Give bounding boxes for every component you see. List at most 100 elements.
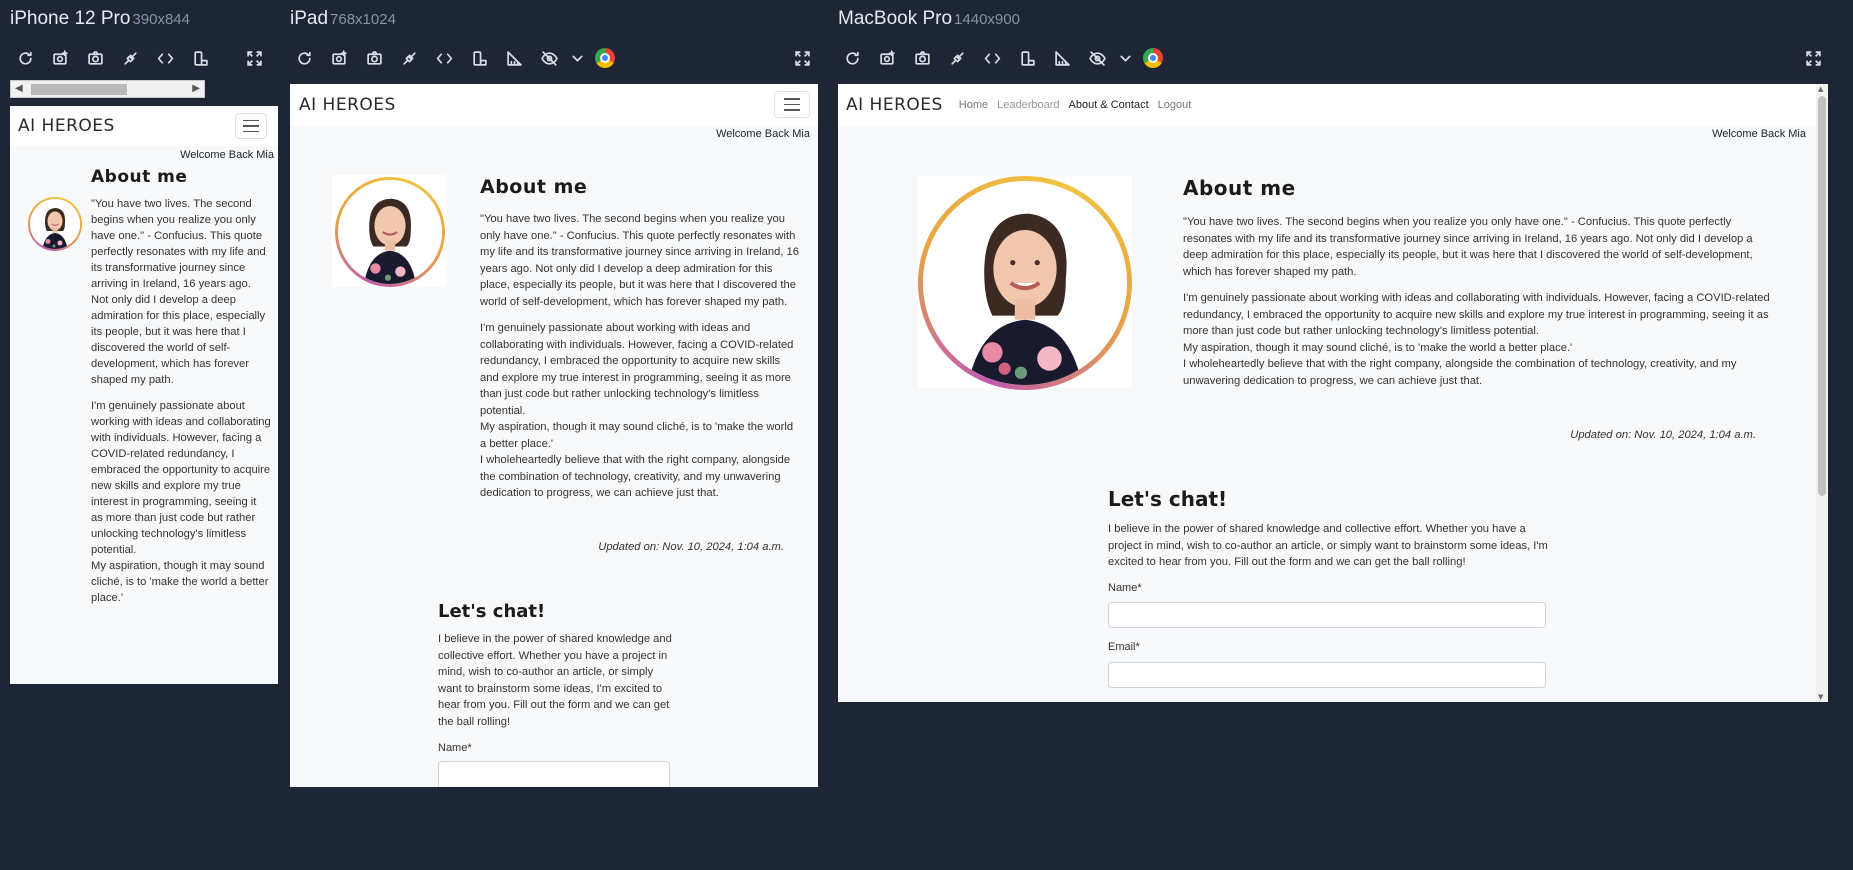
camera-icon[interactable] — [905, 46, 940, 70]
fullscreen-icon[interactable] — [790, 46, 814, 70]
chat-title: Let's chat! — [438, 601, 546, 622]
updated-timestamp: Updated on: Nov. 10, 2024, 1:04 a.m. — [598, 541, 784, 553]
nav-link-home[interactable]: Home — [959, 99, 988, 111]
sync-icon[interactable] — [113, 46, 148, 70]
about-title: About me — [91, 167, 188, 187]
about-title: About me — [480, 176, 588, 198]
navbar: AI HEROES — [10, 106, 278, 146]
profile-photo — [30, 199, 80, 249]
nav-link-leaderboard[interactable]: Leaderboard — [997, 99, 1059, 111]
vertical-scrollbar[interactable]: ▲ ▼ — [1816, 84, 1828, 702]
eye-off-icon[interactable] — [1080, 46, 1115, 70]
rotate-icon[interactable] — [1010, 46, 1045, 70]
code-icon[interactable] — [427, 46, 462, 70]
refresh-icon[interactable] — [8, 46, 43, 70]
macbook-toolbar — [835, 46, 1170, 70]
iphone-toolbar — [8, 46, 218, 70]
navbar: AI HEROES Home Leaderboard About & Conta… — [838, 84, 1828, 126]
welcome-text: Welcome Back Mia — [180, 149, 274, 161]
about-paragraph: I wholeheartedly believe that with the r… — [480, 454, 791, 499]
about-paragraph: My aspiration, though it may sound clich… — [91, 560, 269, 604]
about-paragraph: "You have two lives. The second begins w… — [91, 198, 266, 386]
about-paragraph: "You have two lives. The second begins w… — [1183, 216, 1753, 278]
menu-toggle-button[interactable] — [774, 91, 810, 118]
scrollbar-thumb[interactable] — [1818, 96, 1826, 496]
screenshot-icon[interactable] — [870, 46, 905, 70]
hamburger-icon — [243, 119, 259, 122]
brand-logo[interactable]: AI HEROES — [299, 95, 396, 115]
ruler-icon[interactable] — [1045, 46, 1080, 70]
profile-photo — [338, 180, 442, 284]
code-icon[interactable] — [148, 46, 183, 70]
device-dims: 1440x900 — [954, 11, 1020, 28]
fullscreen-icon[interactable] — [242, 46, 266, 70]
name-label: Name* — [1108, 582, 1142, 594]
brand-logo[interactable]: AI HEROES — [18, 116, 115, 136]
about-paragraph: My aspiration, though it may sound clich… — [1183, 341, 1573, 354]
fullscreen-icon[interactable] — [1801, 46, 1825, 70]
avatar — [918, 176, 1132, 390]
device-dims: 390x844 — [132, 11, 190, 28]
avatar — [335, 177, 445, 287]
updated-timestamp: Updated on: Nov. 10, 2024, 1:04 a.m. — [1570, 429, 1756, 441]
scroll-up-icon[interactable]: ▲ — [1818, 85, 1823, 93]
about-text: "You have two lives. The second begins w… — [91, 196, 271, 616]
sync-icon[interactable] — [940, 46, 975, 70]
about-paragraph: My aspiration, though it may sound clich… — [480, 421, 794, 450]
name-label: Name* — [438, 742, 472, 754]
scroll-down-icon[interactable]: ▼ — [1818, 693, 1823, 701]
about-paragraph: I'm genuinely passionate about working w… — [480, 322, 794, 417]
chat-text: I believe in the power of shared knowled… — [1108, 523, 1548, 568]
device-name: MacBook Pro — [838, 8, 953, 29]
nav-link-logout[interactable]: Logout — [1158, 99, 1192, 111]
about-paragraph: I'm genuinely passionate about working w… — [91, 400, 271, 556]
device-name: iPad — [290, 8, 329, 29]
scroll-left-icon[interactable]: ◀ — [15, 83, 23, 95]
chevron-down-icon[interactable] — [1115, 46, 1135, 70]
device-title-iphone: iPhone 12 Pro 390x844 — [10, 8, 190, 30]
about-paragraph: "You have two lives. The second begins w… — [480, 213, 799, 308]
horizontal-scrollbar[interactable]: ◀ ▶ — [10, 80, 205, 98]
scrollbar-thumb[interactable] — [31, 84, 127, 95]
email-label: Email* — [1108, 641, 1140, 653]
chrome-icon[interactable] — [587, 46, 622, 70]
about-paragraph: I'm genuinely passionate about working w… — [1183, 292, 1770, 337]
device-dims: 768x1024 — [330, 11, 396, 28]
scroll-right-icon[interactable]: ▶ — [192, 83, 200, 95]
brand-logo[interactable]: AI HEROES — [846, 95, 943, 115]
welcome-text: Welcome Back Mia — [716, 128, 810, 140]
avatar — [28, 197, 82, 251]
chat-text: I believe in the power of shared knowled… — [438, 633, 672, 728]
refresh-icon[interactable] — [835, 46, 870, 70]
name-field[interactable] — [1108, 602, 1546, 628]
about-title: About me — [1183, 176, 1296, 200]
code-icon[interactable] — [975, 46, 1010, 70]
rotate-icon[interactable] — [183, 46, 218, 70]
eye-off-icon[interactable] — [532, 46, 567, 70]
sync-icon[interactable] — [392, 46, 427, 70]
camera-icon[interactable] — [78, 46, 113, 70]
macbook-viewport: AI HEROES Home Leaderboard About & Conta… — [838, 84, 1828, 702]
screenshot-icon[interactable] — [43, 46, 78, 70]
device-title-macbook: MacBook Pro 1440x900 — [838, 8, 1020, 30]
nav-links: Home Leaderboard About & Contact Logout — [959, 99, 1192, 111]
device-name: iPhone 12 Pro — [10, 8, 131, 29]
ruler-icon[interactable] — [497, 46, 532, 70]
email-field[interactable] — [1108, 662, 1546, 688]
menu-toggle-button[interactable] — [235, 113, 267, 139]
screenshot-icon[interactable] — [322, 46, 357, 70]
welcome-text: Welcome Back Mia — [1712, 128, 1806, 140]
name-field[interactable] — [438, 761, 670, 787]
nav-link-about-contact[interactable]: About & Contact — [1069, 99, 1149, 111]
camera-icon[interactable] — [357, 46, 392, 70]
rotate-icon[interactable] — [462, 46, 497, 70]
hamburger-icon — [784, 98, 800, 100]
device-title-ipad: iPad 768x1024 — [290, 8, 396, 30]
chevron-down-icon[interactable] — [567, 46, 587, 70]
chat-title: Let's chat! — [1108, 487, 1228, 511]
refresh-icon[interactable] — [287, 46, 322, 70]
chrome-icon[interactable] — [1135, 46, 1170, 70]
about-paragraph: I wholeheartedly believe that with the r… — [1183, 358, 1737, 387]
navbar: AI HEROES — [290, 84, 818, 126]
iphone-viewport: AI HEROES Welcome Back Mia About me "You… — [10, 106, 278, 684]
